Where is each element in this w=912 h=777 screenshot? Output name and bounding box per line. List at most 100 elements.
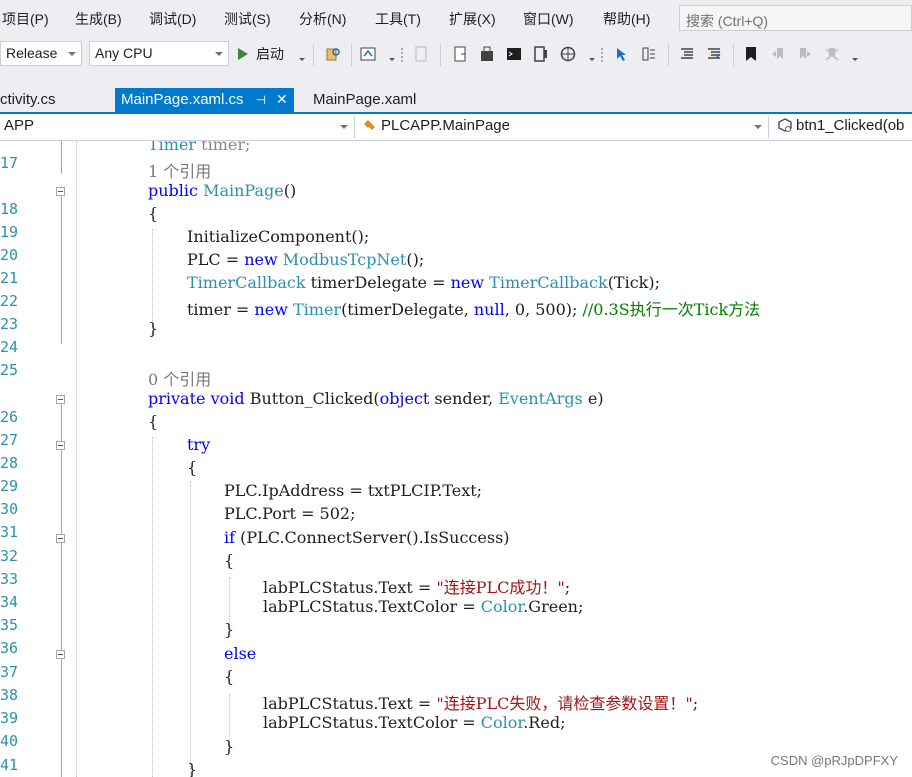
code-token: { (224, 667, 235, 686)
code-token: PLC.Port = 502; (224, 504, 356, 523)
menu-extensions[interactable]: 扩展(X) (449, 9, 496, 29)
menu-test[interactable]: 测试(S) (224, 9, 271, 29)
collapse-icon[interactable] (56, 187, 65, 196)
package-icon[interactable] (479, 46, 495, 62)
reference-count[interactable]: 1 个引用 (148, 158, 211, 182)
code-token: } (148, 319, 159, 338)
code-token: sender, (429, 389, 499, 408)
tab-label: ctivity.cs (0, 91, 56, 108)
code-token: new (244, 250, 278, 269)
menu-analyze[interactable]: 分析(N) (299, 9, 346, 29)
page-icon[interactable] (452, 46, 468, 62)
code-token: Timer (292, 300, 342, 319)
code-token: { (224, 551, 235, 570)
project-dropdown[interactable]: APP (0, 116, 355, 138)
next-bookmark-icon[interactable] (797, 46, 813, 62)
chevron-down-icon[interactable] (852, 58, 858, 61)
code-token: (timerDelegate, (341, 300, 474, 319)
collapse-icon[interactable] (56, 534, 65, 543)
document-icon[interactable] (413, 46, 429, 62)
code-token: public (148, 181, 198, 200)
close-icon[interactable]: ✕ (276, 91, 288, 108)
code-line: 34 labPLCStatus.Text = "连接PLC成功！"; (0, 574, 912, 611)
class-dropdown[interactable]: PLCAPP.MainPage (358, 116, 769, 138)
code-line: 36 } (0, 620, 912, 657)
code-line: 27 { (0, 412, 912, 449)
reference-count[interactable]: 0 个引用 (148, 366, 211, 390)
previous-bookmark-icon[interactable] (770, 46, 786, 62)
layout-icon[interactable] (641, 46, 657, 62)
tab-mainpage-xaml-cs[interactable]: MainPage.xaml.cs ⊣ ✕ (115, 88, 294, 112)
comment-icon[interactable] (679, 46, 695, 62)
code-comment: //0.3S执行一次Tick方法 (582, 300, 761, 319)
member-dropdown[interactable]: btn1_Clicked(ob (773, 116, 912, 138)
platform-select[interactable]: Any CPU (89, 41, 229, 66)
code-token: } (224, 737, 235, 756)
chevron-down-icon[interactable] (389, 58, 395, 61)
menu-window[interactable]: 窗口(W) (523, 9, 574, 29)
browser-icon[interactable] (360, 46, 376, 62)
code-line: 19 { (0, 204, 912, 241)
code-token: labPLCStatus.TextColor = (263, 713, 481, 732)
project-name: APP (4, 117, 35, 134)
configuration-select[interactable]: Release (0, 41, 82, 66)
bookmark-icon[interactable] (743, 46, 759, 62)
uncomment-icon[interactable] (706, 46, 722, 62)
code-token: { (187, 458, 198, 477)
code-token: null (473, 300, 505, 319)
clear-bookmarks-icon[interactable] (824, 46, 840, 62)
find-files-icon[interactable] (325, 46, 341, 62)
select-element-icon[interactable] (615, 46, 631, 62)
start-button[interactable]: 启动 (238, 44, 284, 66)
chevron-down-icon[interactable] (299, 58, 305, 61)
code-token: EventArgs (498, 389, 583, 408)
code-token: Color (480, 597, 524, 616)
method-icon (778, 118, 792, 132)
code-token: , 0, 500); (504, 300, 583, 319)
menu-tools[interactable]: 工具(T) (375, 9, 421, 29)
drag-handle-icon (401, 48, 403, 62)
code-token: void (210, 389, 245, 408)
pin-icon[interactable]: ⊣ (256, 93, 266, 107)
code-token: try (187, 435, 211, 454)
code-token: InitializeComponent(); (187, 227, 370, 246)
menu-bar: 项目(P) 生成(B) 调试(D) 测试(S) 分析(N) 工具(T) 扩展(X… (0, 0, 912, 36)
code-token: { (148, 412, 159, 431)
collapse-icon[interactable] (56, 650, 65, 659)
code-line: 29 { (0, 458, 912, 495)
menu-build[interactable]: 生成(B) (75, 9, 122, 29)
toolbar-separator (440, 44, 441, 66)
code-token: { (148, 204, 159, 223)
code-token: ; (692, 694, 699, 713)
chevron-down-icon (68, 52, 76, 56)
code-token: .Green; (523, 597, 584, 616)
collapse-icon[interactable] (56, 441, 65, 450)
device-icon[interactable] (533, 46, 549, 62)
collapse-icon[interactable] (56, 395, 65, 404)
chevron-down-icon (754, 125, 762, 129)
code-editor[interactable]: 17 Timer timer; 1 个引用 18 public MainPage… (0, 141, 912, 777)
code-line: 23 timer = new Timer(timerDelegate, null… (0, 296, 912, 333)
menu-debug[interactable]: 调试(D) (149, 9, 196, 29)
search-input[interactable]: 搜索 (Ctrl+Q) (679, 5, 912, 31)
tab-activity-cs[interactable]: ctivity.cs (0, 89, 56, 112)
code-token: Color (480, 713, 524, 732)
navigation-bar: APP PLCAPP.MainPage btn1_Clicked(ob (0, 114, 912, 141)
code-lens: 0 个引用 (0, 366, 912, 389)
code-line: 35 labPLCStatus.TextColor = Color.Green; (0, 597, 912, 634)
watermark: CSDN @pRJpDPFXY (770, 753, 898, 768)
code-line: 30 PLC.IpAddress = txtPLCIP.Text; (0, 481, 912, 518)
globe-icon[interactable] (560, 46, 576, 62)
code-token: labPLCStatus.Text = (263, 694, 437, 713)
code-token: ModbusTcpNet (282, 250, 407, 269)
tab-mainpage-xaml[interactable]: MainPage.xaml (313, 89, 416, 112)
code-token: TimerCallback (489, 273, 608, 292)
code-token: (PLC.ConnectServer().IsSuccess) (235, 528, 510, 547)
code-token: new (450, 273, 485, 292)
menu-project[interactable]: 项目(P) (2, 9, 49, 29)
code-line: 37 else (0, 644, 912, 681)
chevron-down-icon[interactable] (589, 58, 595, 61)
terminal-icon[interactable] (506, 46, 522, 62)
menu-help[interactable]: 帮助(H) (603, 9, 650, 29)
code-line: 24 } (0, 319, 912, 356)
